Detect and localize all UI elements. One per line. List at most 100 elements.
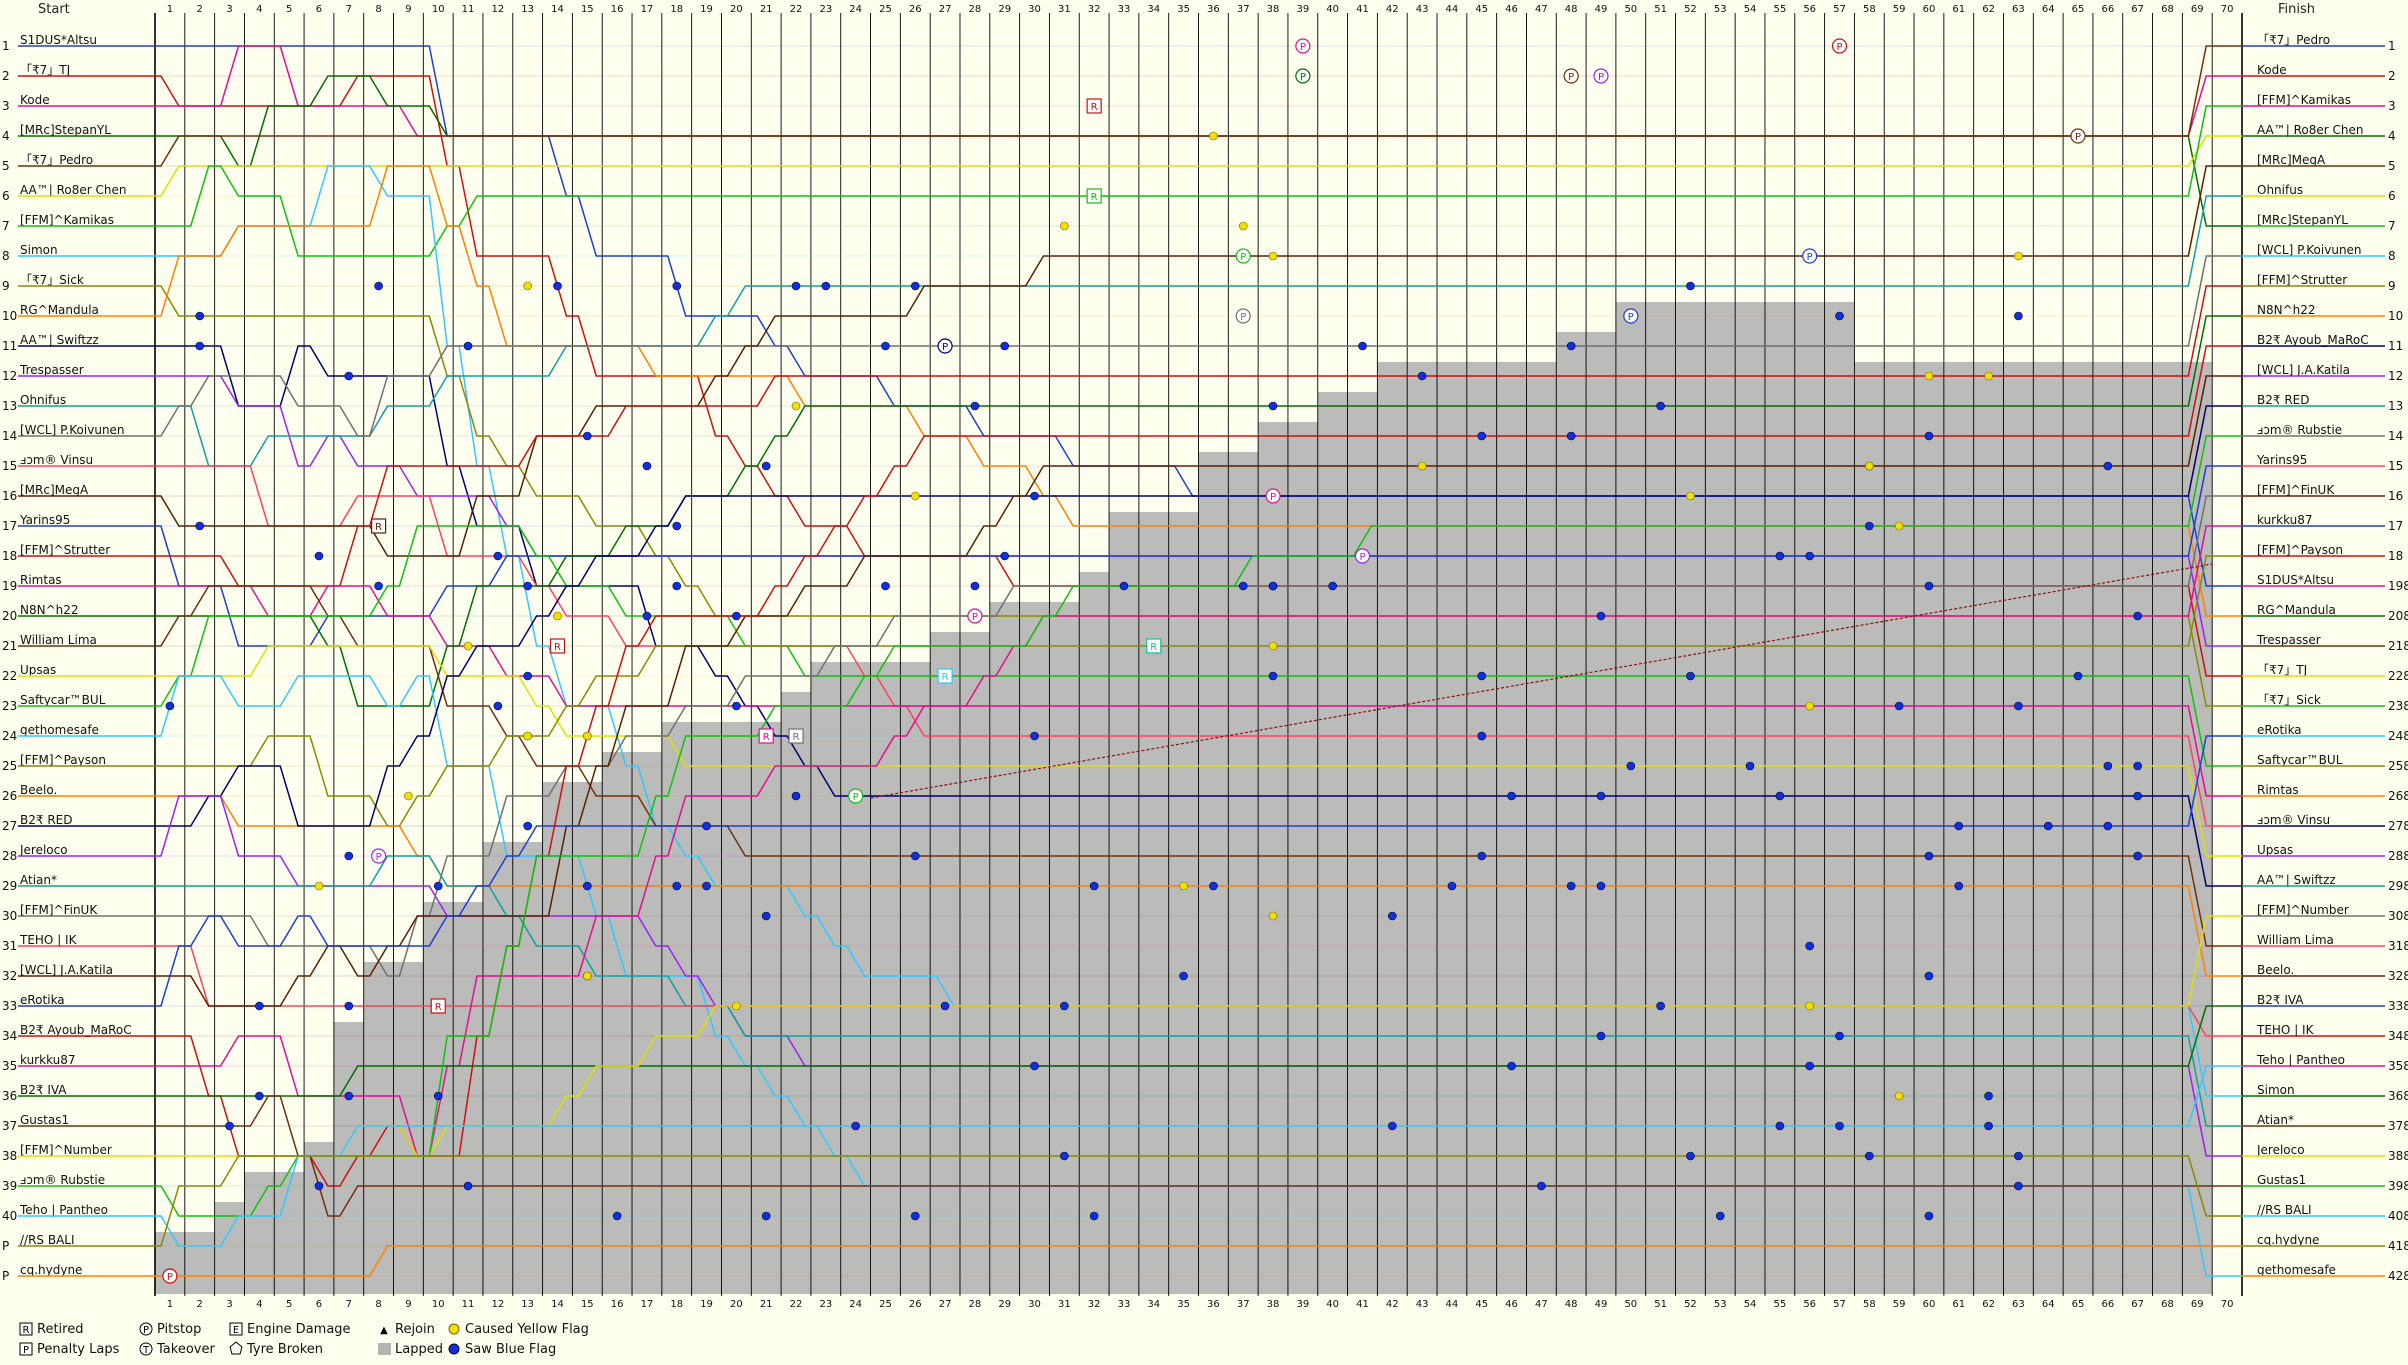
start-driver-name: S1DUS*Altsu <box>20 33 97 47</box>
blue-flag-marker <box>1537 1181 1546 1191</box>
blue-flag-marker <box>1030 491 1039 501</box>
event-marker-letter: P <box>1240 312 1246 323</box>
start-driver-name: Saftycar™BUL <box>20 693 106 707</box>
lap-number-top: 50 <box>1624 4 1637 15</box>
blue-flag-marker <box>1984 1091 1993 1101</box>
blue-flag-marker <box>1030 731 1039 741</box>
blue-flag-marker <box>1626 761 1636 771</box>
blue-flag-marker <box>1596 791 1606 801</box>
yellow-flag-marker <box>1805 1001 1814 1011</box>
lap-number-bottom: 1 <box>167 1299 173 1310</box>
lap-number-top: 64 <box>2042 4 2055 15</box>
start-driver-name: AA™| Swiftzz <box>20 333 99 347</box>
lap-number-bottom: 27 <box>939 1299 952 1310</box>
finish-driver-name: Upsas <box>2257 843 2293 857</box>
lap-number-top: 15 <box>581 4 594 15</box>
lap-number-top: 34 <box>1147 4 1160 15</box>
legend-label: Rejoin <box>395 1322 435 1337</box>
finish-position-label: 15 <box>2388 459 2403 473</box>
blue-flag-marker <box>1596 611 1606 621</box>
blue-flag-marker <box>1507 1061 1516 1071</box>
lap-number-bottom: 42 <box>1386 1299 1399 1310</box>
blue-flag-marker <box>1835 311 1844 321</box>
yellow-flag-marker <box>791 401 801 411</box>
event-marker-letter: R <box>793 732 800 743</box>
finish-position-label: 318 <box>2388 939 2408 953</box>
lap-number-bottom: 32 <box>1088 1299 1101 1310</box>
start-driver-name: Teho | Pantheo <box>19 1203 108 1217</box>
blue-flag-marker <box>1387 911 1397 921</box>
blue-flag-marker <box>1358 341 1367 351</box>
start-driver-name: B2₹ Ayoub_MaRoC <box>20 1023 132 1037</box>
yellow-flag-marker <box>583 731 592 741</box>
finish-position-label: 418 <box>2388 1239 2408 1253</box>
yellow-flag-marker <box>523 281 532 291</box>
lap-number-top: 35 <box>1177 4 1190 15</box>
lap-number-bottom: 68 <box>2161 1299 2174 1310</box>
lap-number-top: 31 <box>1058 4 1071 15</box>
lap-number-top: 57 <box>1833 4 1846 15</box>
start-position-label: 11 <box>2 339 17 353</box>
event-marker-letter: P <box>2075 132 2081 143</box>
lap-number-bottom: 18 <box>670 1299 683 1310</box>
lap-number-top: 20 <box>730 4 743 15</box>
lap-number-bottom: 31 <box>1058 1299 1071 1310</box>
blue-flag-marker <box>1835 1121 1844 1131</box>
blue-flag-marker <box>225 1121 234 1131</box>
finish-position-label: 17 <box>2388 519 2403 533</box>
blue-flag-marker <box>1775 791 1785 801</box>
lap-number-top: 12 <box>491 4 504 15</box>
yellow-flag-marker <box>1209 131 1218 141</box>
blue-flag-marker <box>1924 581 1934 591</box>
finish-position-label: 368 <box>2388 1089 2408 1103</box>
blue-flag-marker <box>821 281 831 291</box>
blue-flag-marker <box>2103 821 2113 831</box>
finish-driver-name: [FFM]^Number <box>2257 903 2349 917</box>
lap-number-top: 30 <box>1028 4 1041 15</box>
finish-driver-name: [MRc]MegA <box>2257 153 2326 167</box>
blue-flag-marker <box>910 1211 920 1221</box>
start-position-label: 19 <box>2 579 17 593</box>
lap-number-bottom: 8 <box>375 1299 381 1310</box>
finish-driver-name: Beelo. <box>2257 963 2294 977</box>
finish-position-label: 7 <box>2388 219 2396 233</box>
finish-position-label: 12 <box>2388 369 2403 383</box>
blue-flag-marker <box>1119 581 1129 591</box>
blue-flag-marker <box>1805 551 1814 561</box>
lap-number-bottom: 30 <box>1028 1299 1041 1310</box>
lap-number-top: 55 <box>1774 4 1787 15</box>
event-marker-letter: R <box>435 1002 442 1013</box>
start-position-label: 25 <box>2 759 17 773</box>
blue-flag-marker <box>910 851 920 861</box>
lap-number-bottom: 43 <box>1416 1299 1429 1310</box>
finish-driver-name: eRotika <box>2257 723 2302 737</box>
finish-position-label: 348 <box>2388 1029 2408 1043</box>
finish-driver-name: AA™| Swiftzz <box>2257 873 2336 887</box>
lap-number-top: 53 <box>1714 4 1727 15</box>
yellow-flag-marker <box>1268 911 1278 921</box>
blue-flag-marker <box>1328 581 1337 591</box>
blue-flag-marker <box>1268 581 1278 591</box>
blue-flag-marker <box>1656 401 1665 411</box>
yellow-flag-marker <box>1984 371 1993 381</box>
start-position-label: 1 <box>2 39 10 53</box>
finish-position-label: 10 <box>2388 309 2403 323</box>
finish-driver-name: 「₹7」Pedro <box>2257 33 2330 47</box>
lap-number-bottom: 21 <box>760 1299 773 1310</box>
blue-flag-marker <box>1566 881 1576 891</box>
lap-number-top: 42 <box>1386 4 1399 15</box>
finish-position-label: 338 <box>2388 999 2408 1013</box>
lap-number-bottom: 22 <box>790 1299 803 1310</box>
event-marker-letter: P <box>1359 552 1365 563</box>
start-driver-name: TEHO | IK <box>19 933 78 947</box>
blue-flag-marker <box>433 1091 443 1101</box>
lap-number-top: 24 <box>849 4 862 15</box>
start-driver-name: Beelo. <box>20 783 57 797</box>
blue-flag-marker <box>1924 431 1934 441</box>
finish-driver-name: [WCL] P.Koivunen <box>2257 243 2362 257</box>
start-driver-name: Yarins95 <box>19 513 70 527</box>
blue-flag-marker <box>1268 401 1278 411</box>
lap-number-bottom: 34 <box>1147 1299 1160 1310</box>
lap-number-top: 51 <box>1654 4 1667 15</box>
finish-position-label: 288 <box>2388 849 2408 863</box>
